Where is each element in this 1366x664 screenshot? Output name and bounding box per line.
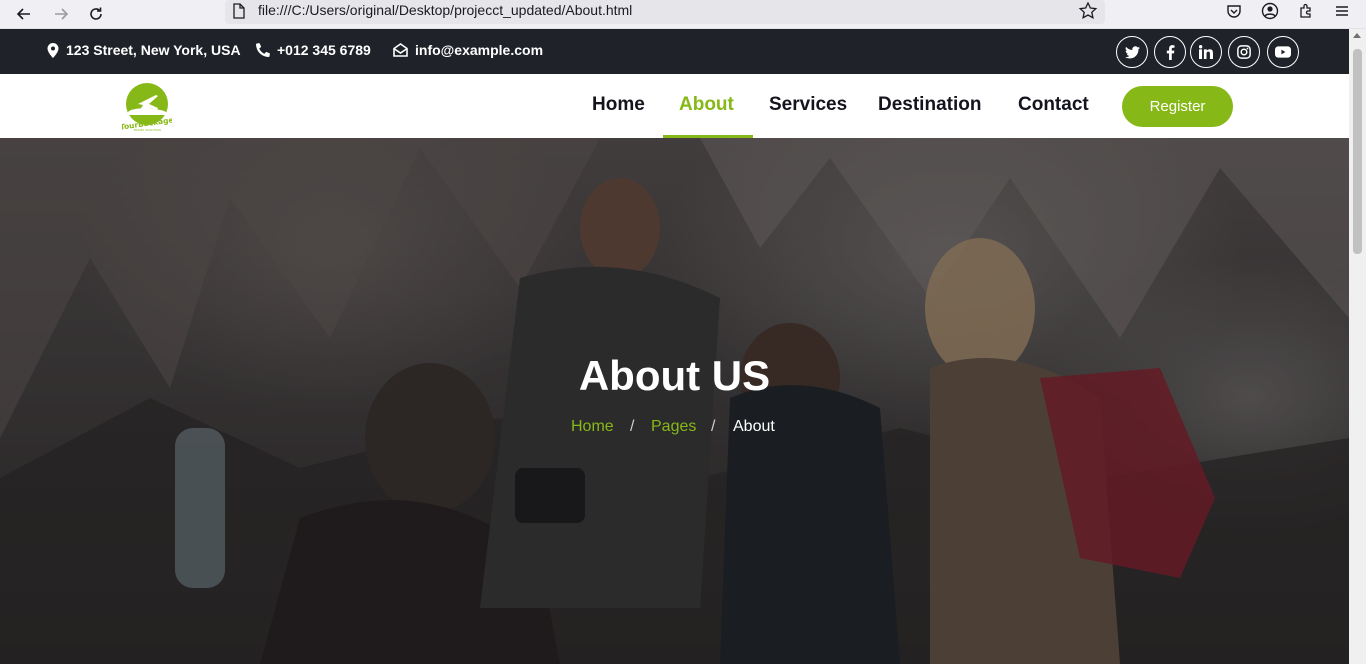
site-logo[interactable]: TourBackage TRAVEL SOLUTION (119, 82, 174, 132)
breadcrumb-pages[interactable]: Pages (651, 418, 696, 436)
linkedin-icon (1199, 45, 1213, 59)
breadcrumb-home[interactable]: Home (571, 418, 614, 436)
phone-text: +012 345 6789 (277, 42, 371, 58)
svg-text:TRAVEL SOLUTION: TRAVEL SOLUTION (132, 128, 161, 132)
page-icon (233, 3, 245, 19)
youtube-icon (1275, 46, 1291, 58)
top-info-bar: 123 Street, New York, USA +012 345 6789 … (0, 29, 1349, 74)
nav-destination[interactable]: Destination (878, 94, 981, 116)
reload-button[interactable] (83, 1, 109, 27)
twitter-icon (1124, 45, 1140, 58)
hero-banner: About US Home / Pages / About (0, 138, 1349, 664)
forward-arrow-icon (55, 8, 69, 20)
page-title: About US (578, 352, 771, 399)
breadcrumb-separator: / (630, 418, 635, 435)
pocket-button[interactable] (1223, 0, 1245, 22)
nav-contact[interactable]: Contact (1018, 94, 1089, 116)
logo-plane-icon: TourBackage TRAVEL SOLUTION (119, 83, 174, 132)
address-text: 123 Street, New York, USA (66, 42, 241, 58)
back-arrow-icon (16, 8, 30, 20)
breadcrumb-separator: / (711, 418, 716, 435)
envelope-open-icon (393, 43, 408, 57)
instagram-icon (1237, 45, 1251, 59)
url-text[interactable]: file:///C:/Users/original/Desktop/projec… (258, 2, 632, 18)
register-button[interactable]: Register (1122, 86, 1233, 127)
phone-icon (256, 43, 270, 57)
email-text: info@example.com (415, 42, 544, 58)
address-info: 123 Street, New York, USA (47, 42, 241, 58)
extensions-button[interactable] (1295, 0, 1317, 22)
twitter-link[interactable] (1116, 36, 1148, 68)
email-info: info@example.com (393, 42, 543, 58)
youtube-link[interactable] (1267, 36, 1299, 68)
forward-button[interactable] (48, 1, 74, 27)
account-button[interactable] (1259, 0, 1281, 22)
puzzle-icon (1300, 3, 1311, 18)
menu-button[interactable] (1331, 0, 1353, 22)
pocket-icon (1227, 5, 1241, 18)
nav-home[interactable]: Home (592, 94, 645, 116)
nav-services[interactable]: Services (769, 94, 847, 116)
hero-dark-overlay (0, 138, 1349, 664)
main-header: TourBackage TRAVEL SOLUTION Home About S… (0, 74, 1349, 138)
scroll-up-arrow-icon[interactable] (1353, 33, 1361, 38)
back-button[interactable] (11, 1, 37, 27)
map-marker-icon (47, 42, 59, 58)
breadcrumb-current: About (733, 418, 775, 435)
facebook-link[interactable] (1154, 36, 1186, 68)
reload-icon (90, 7, 102, 20)
linkedin-link[interactable] (1190, 36, 1222, 68)
hamburger-icon (1336, 6, 1348, 16)
facebook-icon (1166, 44, 1174, 60)
browser-toolbar: file:///C:/Users/original/Desktop/projec… (0, 0, 1366, 29)
account-icon (1261, 2, 1279, 20)
phone-info: +012 345 6789 (256, 42, 371, 58)
page-scrollbar[interactable] (1349, 29, 1366, 664)
nav-about[interactable]: About (679, 94, 734, 116)
scroll-thumb[interactable] (1353, 49, 1362, 254)
instagram-link[interactable] (1228, 36, 1260, 68)
bookmark-star-icon[interactable] (1078, 1, 1098, 21)
